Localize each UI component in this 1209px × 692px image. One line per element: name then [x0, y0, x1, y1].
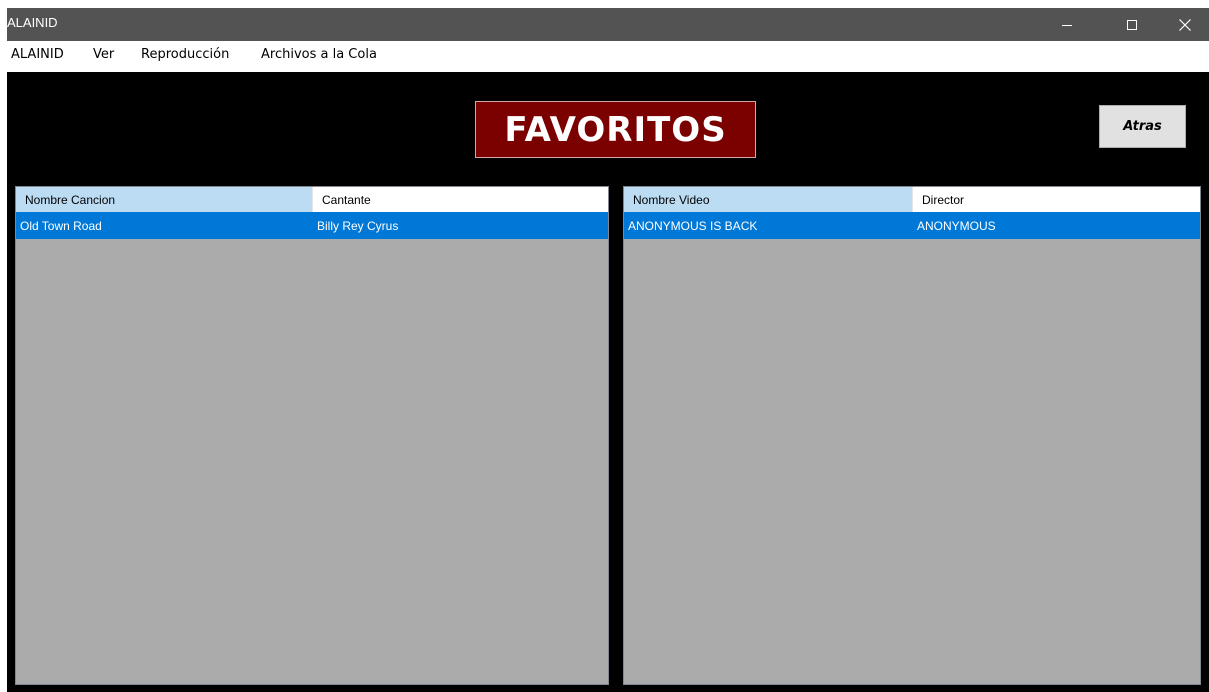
back-button[interactable]: Atras: [1099, 105, 1186, 148]
close-button[interactable]: [1162, 8, 1208, 41]
list-item[interactable]: ANONYMOUS IS BACK ANONYMOUS: [624, 212, 1200, 239]
column-header-artist[interactable]: Cantante: [313, 187, 608, 212]
menu-ver[interactable]: Ver: [93, 47, 114, 62]
favoritos-banner: FAVORITOS: [475, 101, 756, 158]
column-header-video-name[interactable]: Nombre Video: [624, 187, 913, 212]
column-header-song-name[interactable]: Nombre Cancion: [16, 187, 313, 212]
column-header-director[interactable]: Director: [913, 187, 1200, 212]
title-bar[interactable]: ALAINID: [7, 8, 1209, 41]
songs-list[interactable]: Nombre Cancion Cantante Old Town Road Bi…: [15, 186, 609, 685]
app-window: ALAINID ALAINID Ver Reproducción Archivo…: [7, 8, 1209, 692]
maximize-icon: [1127, 19, 1137, 30]
artist-cell: Billy Rey Cyrus: [317, 218, 399, 233]
maximize-button[interactable]: [1109, 8, 1155, 41]
videos-list[interactable]: Nombre Video Director ANONYMOUS IS BACK …: [623, 186, 1201, 685]
menu-alainid[interactable]: ALAINID: [11, 47, 64, 62]
close-icon: [1179, 18, 1191, 31]
minimize-icon: [1062, 24, 1072, 26]
video-name-cell: ANONYMOUS IS BACK: [628, 218, 758, 233]
menu-reproduccion[interactable]: Reproducción: [141, 47, 229, 62]
song-name-cell: Old Town Road: [20, 218, 102, 233]
list-item[interactable]: Old Town Road Billy Rey Cyrus: [16, 212, 608, 239]
minimize-button[interactable]: [1044, 8, 1090, 41]
window-title: ALAINID: [7, 15, 58, 30]
menu-archivos-cola[interactable]: Archivos a la Cola: [261, 47, 377, 62]
menu-bar: ALAINID Ver Reproducción Archivos a la C…: [7, 41, 1209, 73]
main-content: FAVORITOS Atras Nombre Cancion Cantante …: [7, 72, 1209, 692]
director-cell: ANONYMOUS: [917, 218, 996, 233]
